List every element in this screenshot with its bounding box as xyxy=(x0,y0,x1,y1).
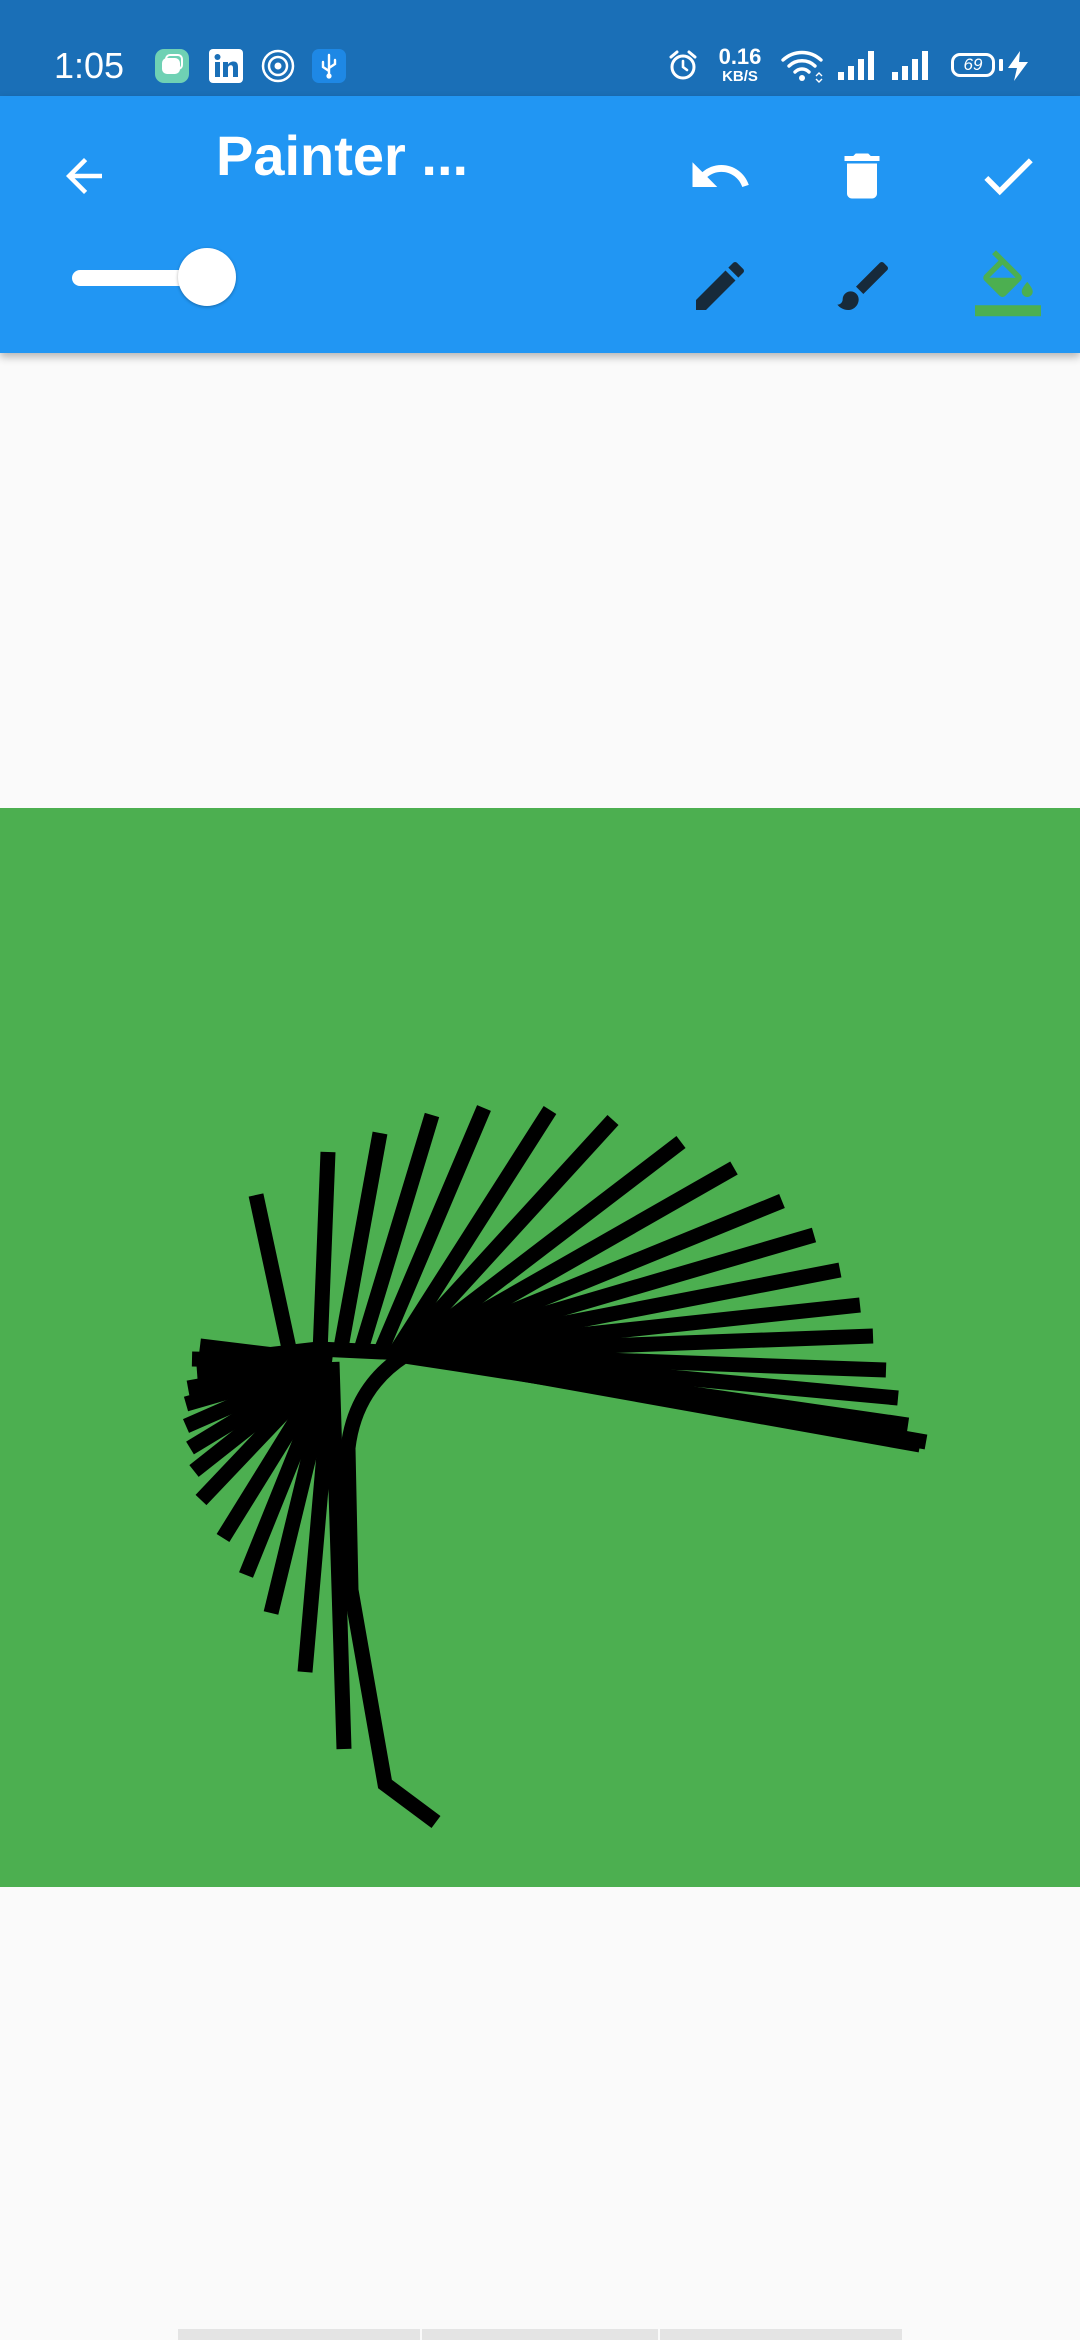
network-speed-unit: KB/S xyxy=(722,68,758,85)
wifi-icon xyxy=(781,50,823,83)
stroke xyxy=(312,1151,336,1354)
signal-sim1-icon xyxy=(838,51,874,80)
usb-debugging-icon xyxy=(312,49,346,83)
network-speed-value: 0.16 xyxy=(718,44,762,69)
undo-icon xyxy=(692,162,749,187)
slider-thumb[interactable] xyxy=(178,248,236,306)
confirm-button[interactable] xyxy=(964,136,1052,216)
pencil-icon xyxy=(696,261,745,310)
status-bar: 1:05 0.16 KB/S 69 xyxy=(0,0,1080,96)
battery-icon: 69 xyxy=(951,53,995,77)
nav-hint-left xyxy=(178,2329,420,2340)
stroke-width-slider[interactable] xyxy=(62,246,236,310)
back-arrow-icon xyxy=(66,158,102,194)
battery-level: 69 xyxy=(963,55,983,74)
nav-hint-center xyxy=(422,2329,658,2340)
hotspot-icon xyxy=(261,49,295,83)
drawing-strokes xyxy=(0,808,1080,1887)
delete-button[interactable] xyxy=(818,136,906,216)
brush-icon xyxy=(837,261,889,310)
page-title: Painter ... xyxy=(216,124,469,187)
brush-tool-button[interactable] xyxy=(820,242,908,330)
drawing-canvas[interactable] xyxy=(0,808,1080,1887)
check-icon xyxy=(984,158,1033,196)
status-time: 1:05 xyxy=(54,45,125,86)
fill-tool-button[interactable] xyxy=(964,242,1052,330)
app-bar: Painter ... xyxy=(0,96,1080,353)
network-speed: 0.16 KB/S xyxy=(715,44,765,85)
alarm-icon xyxy=(669,50,697,80)
nav-hint-right xyxy=(660,2329,902,2340)
pencil-tool-button[interactable] xyxy=(676,242,764,330)
paint-bucket-icon xyxy=(975,250,1041,317)
back-button[interactable] xyxy=(40,136,128,216)
undo-button[interactable] xyxy=(676,136,764,216)
linkedin-icon xyxy=(209,49,243,83)
signal-sim2-icon xyxy=(892,51,928,80)
messaging-app-icon xyxy=(155,49,189,83)
charging-icon xyxy=(1008,51,1028,81)
battery-tip-icon xyxy=(999,59,1003,71)
trash-icon xyxy=(844,153,880,199)
